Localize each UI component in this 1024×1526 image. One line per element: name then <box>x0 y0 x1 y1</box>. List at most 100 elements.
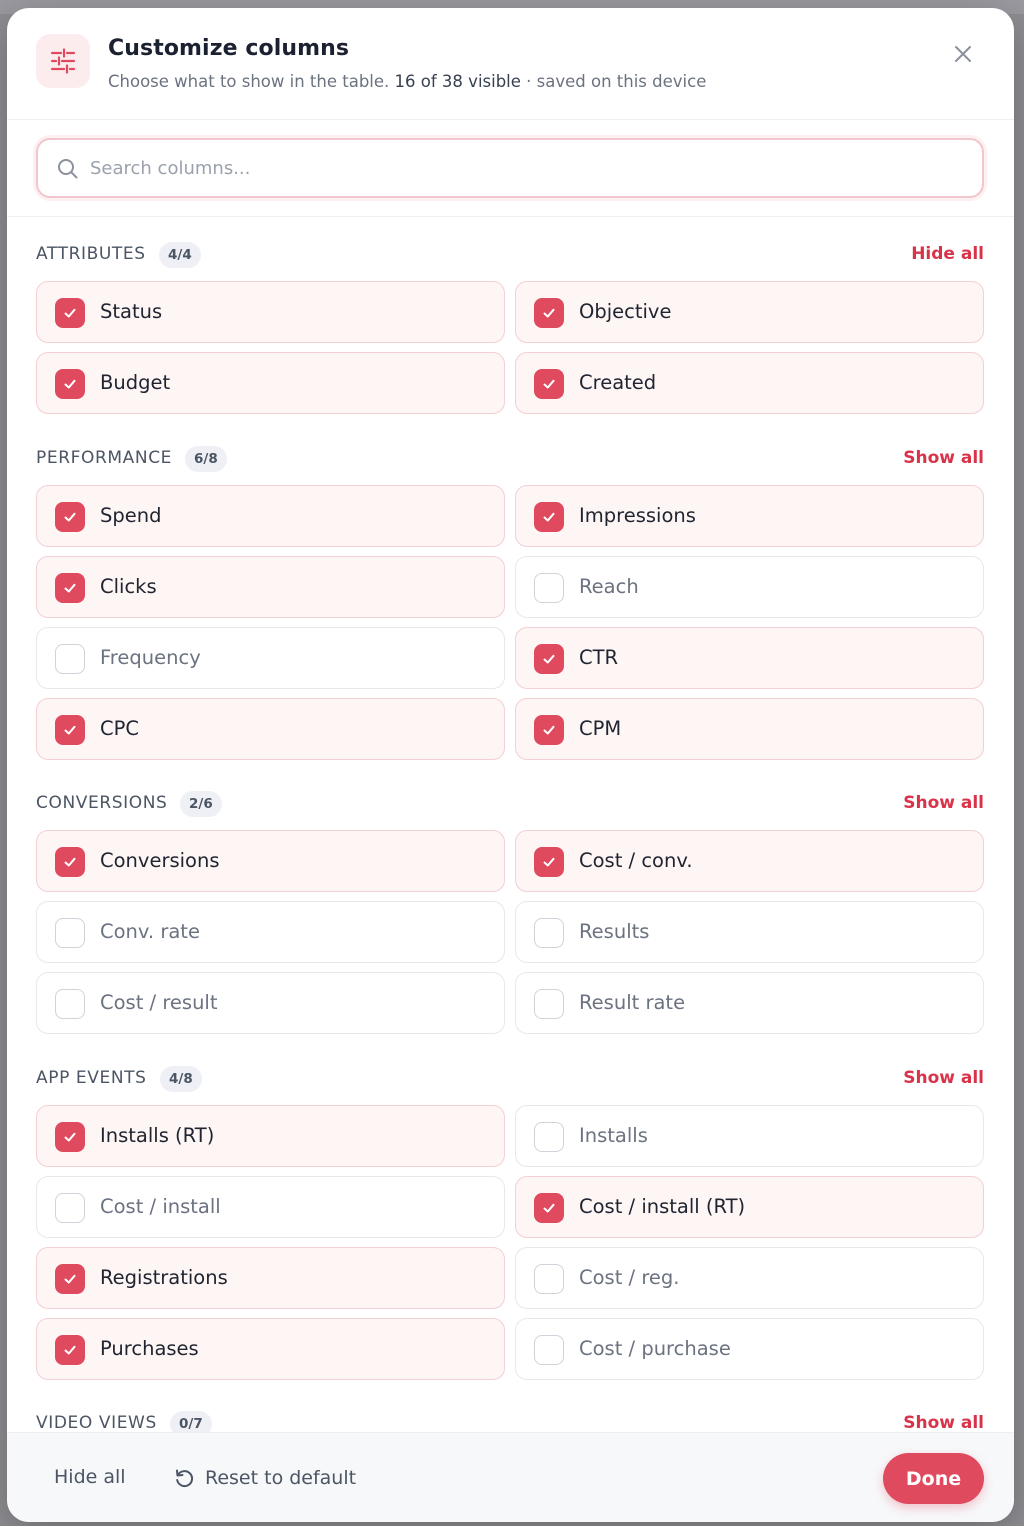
column-option-installs-rt[interactable]: Installs (RT) <box>36 1105 505 1167</box>
column-option-objective[interactable]: Objective <box>515 281 984 343</box>
checkbox-checked[interactable] <box>55 1335 85 1365</box>
column-option-label: CTR <box>579 646 619 669</box>
done-button[interactable]: Done <box>883 1453 984 1504</box>
column-option-cpm[interactable]: CPM <box>515 698 984 760</box>
column-option-label: Conv. rate <box>100 920 200 943</box>
column-option-label: Registrations <box>100 1266 228 1289</box>
check-icon <box>543 725 555 735</box>
checkbox-checked[interactable] <box>534 715 564 745</box>
section-toggle-all-button[interactable]: Hide all <box>911 244 984 264</box>
column-option-results[interactable]: Results <box>515 901 984 963</box>
checkbox-checked[interactable] <box>534 1193 564 1223</box>
check-icon <box>64 379 76 389</box>
section-count-badge: 4/8 <box>160 1066 202 1092</box>
column-option-label: Frequency <box>100 646 201 669</box>
section-header-performance: PERFORMANCE 6/8 Show all <box>36 446 984 472</box>
reset-label: Reset to default <box>205 1467 357 1489</box>
close-icon <box>955 46 971 62</box>
column-option-cost-install[interactable]: Cost / install <box>36 1176 505 1238</box>
checkbox-checked[interactable] <box>55 1122 85 1152</box>
section-title: ATTRIBUTES <box>36 244 146 264</box>
column-option-label: Cost / conv. <box>579 849 693 872</box>
checkbox-unchecked[interactable] <box>534 918 564 948</box>
column-option-cost-purchase[interactable]: Cost / purchase <box>515 1318 984 1380</box>
checkbox-unchecked[interactable] <box>534 989 564 1019</box>
checkbox-unchecked[interactable] <box>534 1264 564 1294</box>
checkbox-unchecked[interactable] <box>55 644 85 674</box>
dialog-subtitle: Choose what to show in the table. 16 of … <box>108 72 706 91</box>
column-option-spend[interactable]: Spend <box>36 485 505 547</box>
checkbox-checked[interactable] <box>55 847 85 877</box>
column-option-registrations[interactable]: Registrations <box>36 1247 505 1309</box>
undo-icon <box>176 1469 194 1488</box>
column-option-label: Clicks <box>100 575 157 598</box>
check-icon <box>543 1203 555 1213</box>
section-count-badge: 4/4 <box>159 242 201 268</box>
checkbox-checked[interactable] <box>534 369 564 399</box>
section-title: PERFORMANCE <box>36 448 173 468</box>
column-option-label: Installs (RT) <box>100 1124 215 1147</box>
column-option-impressions[interactable]: Impressions <box>515 485 984 547</box>
checkbox-checked[interactable] <box>55 369 85 399</box>
section-toggle-all-button[interactable]: Show all <box>903 1068 984 1088</box>
checkbox-unchecked[interactable] <box>55 918 85 948</box>
search-area <box>7 120 1014 217</box>
column-option-cost-result[interactable]: Cost / result <box>36 972 505 1034</box>
checkbox-checked[interactable] <box>534 847 564 877</box>
column-option-label: Status <box>100 300 163 323</box>
column-option-result-rate[interactable]: Result rate <box>515 972 984 1034</box>
column-option-status[interactable]: Status <box>36 281 505 343</box>
column-option-label: Created <box>579 371 657 394</box>
column-option-ctr[interactable]: CTR <box>515 627 984 689</box>
column-option-label: Conversions <box>100 849 220 872</box>
checkbox-checked[interactable] <box>55 715 85 745</box>
checkbox-unchecked[interactable] <box>534 1122 564 1152</box>
checkbox-checked[interactable] <box>534 298 564 328</box>
section-toggle-all-button[interactable]: Show all <box>903 1413 984 1433</box>
section-header-conversions: CONVERSIONS 2/6 Show all <box>36 791 984 817</box>
section-title: APP EVENTS <box>36 1068 147 1088</box>
checkbox-checked[interactable] <box>55 573 85 603</box>
column-option-cost-install-rt[interactable]: Cost / install (RT) <box>515 1176 984 1238</box>
column-option-conv-rate[interactable]: Conv. rate <box>36 901 505 963</box>
column-option-label: Results <box>579 920 650 943</box>
section-header-attributes: ATTRIBUTES 4/4 Hide all <box>36 242 984 268</box>
subtitle-prefix: Choose what to show in the table. <box>108 72 390 91</box>
check-icon <box>64 1132 76 1142</box>
section-count-badge: 2/6 <box>180 791 222 817</box>
column-option-label: Purchases <box>100 1337 199 1360</box>
checkbox-checked[interactable] <box>55 298 85 328</box>
checkbox-checked[interactable] <box>55 1264 85 1294</box>
hide-all-button[interactable]: Hide all <box>54 1466 126 1488</box>
checkbox-checked[interactable] <box>534 502 564 532</box>
column-option-label: Cost / install <box>100 1195 221 1218</box>
close-button[interactable] <box>950 41 976 67</box>
dialog-title: Customize columns <box>108 36 350 61</box>
check-icon <box>64 512 76 522</box>
checkbox-unchecked[interactable] <box>55 1193 85 1223</box>
column-option-cost-conv[interactable]: Cost / conv. <box>515 830 984 892</box>
checkbox-unchecked[interactable] <box>534 573 564 603</box>
checkbox-checked[interactable] <box>534 644 564 674</box>
check-icon <box>543 308 555 318</box>
section-toggle-all-button[interactable]: Show all <box>903 448 984 468</box>
search-input[interactable] <box>90 140 970 196</box>
check-icon <box>64 725 76 735</box>
column-option-conversions[interactable]: Conversions <box>36 830 505 892</box>
column-option-cost-reg[interactable]: Cost / reg. <box>515 1247 984 1309</box>
column-option-created[interactable]: Created <box>515 352 984 414</box>
column-option-installs[interactable]: Installs <box>515 1105 984 1167</box>
checkbox-unchecked[interactable] <box>55 989 85 1019</box>
column-option-budget[interactable]: Budget <box>36 352 505 414</box>
section-toggle-all-button[interactable]: Show all <box>903 793 984 813</box>
check-icon <box>543 857 555 867</box>
checkbox-checked[interactable] <box>55 502 85 532</box>
column-option-frequency[interactable]: Frequency <box>36 627 505 689</box>
column-option-purchases[interactable]: Purchases <box>36 1318 505 1380</box>
column-option-cpc[interactable]: CPC <box>36 698 505 760</box>
column-option-reach[interactable]: Reach <box>515 556 984 618</box>
search-box <box>36 138 984 198</box>
checkbox-unchecked[interactable] <box>534 1335 564 1365</box>
reset-to-default-button[interactable]: Reset to default <box>173 1464 356 1492</box>
column-option-clicks[interactable]: Clicks <box>36 556 505 618</box>
